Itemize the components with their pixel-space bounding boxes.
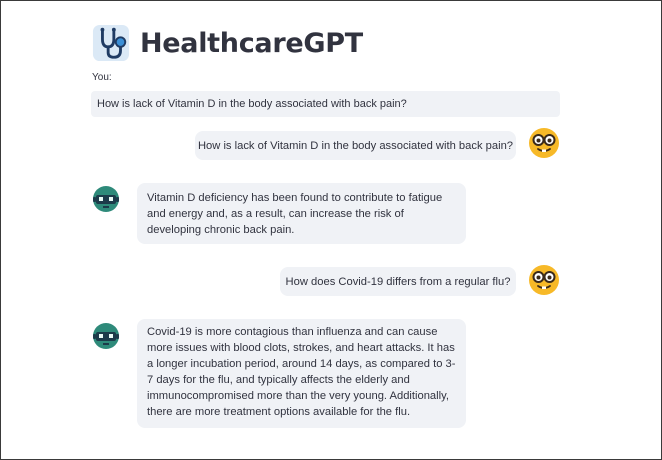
assistant-message-bubble: Vitamin D deficiency has been found to c… [137, 183, 466, 244]
assistant-message-bubble: Covid-19 is more contagious than influen… [137, 319, 466, 428]
nerd-face-icon [529, 128, 559, 158]
assistant-message-text: Vitamin D deficiency has been found to c… [147, 192, 443, 236]
chat-input[interactable]: How is lack of Vitamin D in the body ass… [91, 91, 560, 117]
user-message-text: How is lack of Vitamin D in the body ass… [197, 139, 514, 152]
app-header: HealthcareGPT [92, 23, 363, 63]
assistant-message-text: Covid-19 is more contagious than influen… [147, 326, 456, 418]
app-title: HealthcareGPT [140, 27, 363, 59]
app-window: HealthcareGPT You: How is lack of Vitami… [0, 0, 662, 460]
robot-icon [93, 323, 119, 349]
stethoscope-icon [92, 24, 130, 62]
robot-icon [93, 186, 119, 212]
user-message-bubble: How does Covid-19 differs from a regular… [280, 267, 516, 296]
input-label: You: [92, 72, 112, 83]
user-message-bubble: How is lack of Vitamin D in the body ass… [195, 131, 516, 160]
user-message-text: How does Covid-19 differs from a regular… [285, 275, 511, 288]
nerd-face-icon [529, 265, 559, 295]
